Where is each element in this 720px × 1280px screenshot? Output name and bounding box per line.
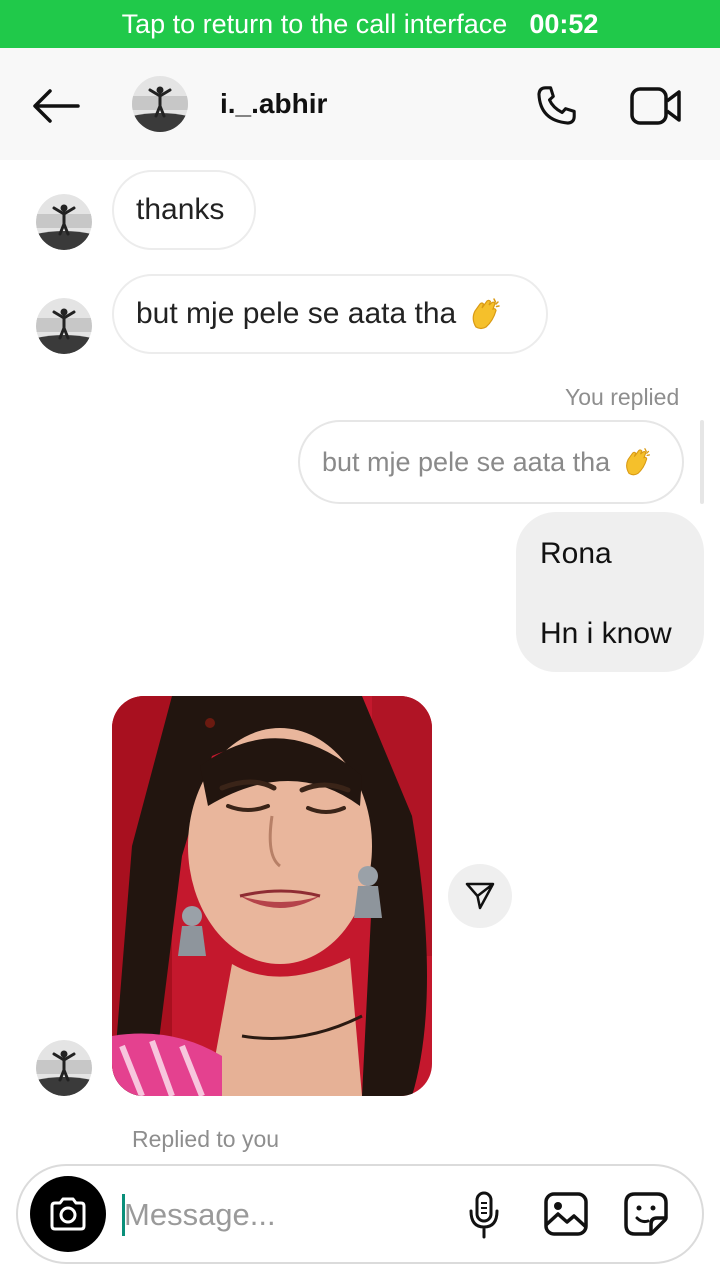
video-call-button[interactable] [626, 78, 686, 134]
sender-avatar[interactable] [36, 298, 92, 354]
chat-username[interactable]: i._.abhir [220, 88, 327, 120]
share-button[interactable] [448, 864, 512, 928]
back-arrow-icon [33, 89, 80, 123]
incoming-message[interactable]: thanks [112, 170, 256, 250]
message-text: but mje pele se aata tha [136, 297, 457, 330]
gallery-button[interactable] [542, 1190, 590, 1238]
message-text: thanks [136, 193, 225, 226]
chat-header: i._.abhir [0, 48, 720, 160]
gallery-icon [544, 1192, 588, 1236]
replied-to-you-label: Replied to you [132, 1126, 280, 1152]
header-avatar[interactable] [132, 76, 188, 132]
back-button[interactable] [28, 80, 84, 132]
quoted-text: but mje pele se aata tha [322, 446, 611, 477]
message-line: Rona [540, 537, 612, 570]
sender-avatar[interactable] [36, 1040, 92, 1096]
microphone-icon [469, 1191, 499, 1239]
video-camera-icon [630, 87, 681, 125]
voice-message-button[interactable] [464, 1188, 504, 1242]
message-composer [16, 1164, 704, 1264]
call-timer: 00:52 [529, 8, 599, 39]
sticker-button[interactable] [622, 1190, 670, 1238]
reply-indicator-line [700, 420, 704, 504]
outgoing-message[interactable]: Rona Hn i know [516, 512, 704, 672]
clapping-hands-emoji [472, 298, 500, 330]
incoming-message[interactable]: but mje pele se aata tha [112, 274, 548, 354]
camera-button[interactable] [30, 1176, 106, 1252]
camera-icon [50, 1197, 86, 1231]
shared-photo[interactable] [112, 696, 432, 1096]
sender-avatar[interactable] [36, 194, 92, 250]
call-banner-text: Tap to return to the call interface [121, 8, 508, 39]
voice-call-button[interactable] [528, 78, 584, 134]
sticker-icon [624, 1192, 668, 1236]
quoted-message[interactable]: but mje pele se aata tha [298, 420, 684, 504]
message-input[interactable] [124, 1190, 454, 1240]
phone-icon [537, 86, 576, 125]
send-icon [465, 882, 495, 910]
message-line: Hn i know [540, 617, 672, 650]
clapping-hands-emoji [626, 448, 651, 476]
you-replied-label: You replied [565, 384, 680, 410]
return-to-call-banner[interactable]: Tap to return to the call interface 00:5… [0, 0, 720, 48]
